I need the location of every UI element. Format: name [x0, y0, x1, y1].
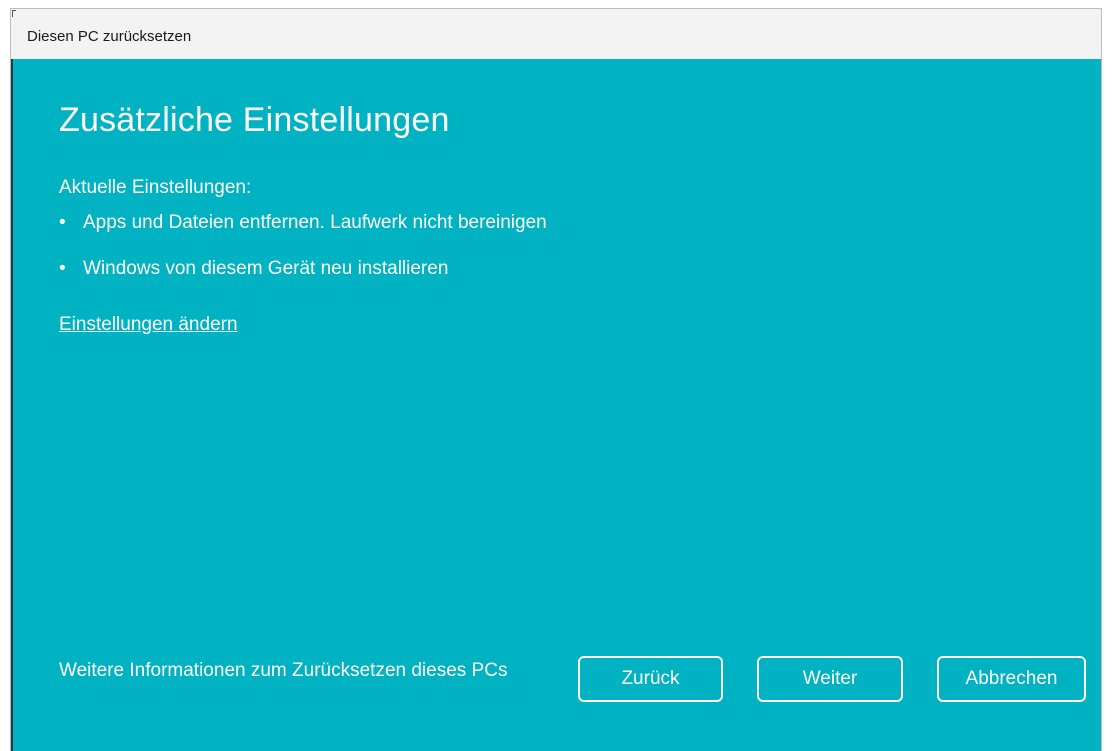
change-settings-link[interactable]: Einstellungen ändern: [59, 314, 238, 336]
current-settings-label: Aktuelle Einstellungen:: [59, 177, 252, 198]
title-bar[interactable]: Diesen PC zurücksetzen: [11, 9, 1101, 59]
back-button[interactable]: Zurück: [578, 656, 723, 702]
window-title: Diesen PC zurücksetzen: [27, 28, 192, 45]
dialog-content: Zusätzliche Einstellungen Aktuelle Einst…: [11, 59, 1101, 751]
setting-text-reinstall-windows: Windows von diesem Gerät neu installiere…: [83, 258, 449, 279]
window-corner-mark: [12, 10, 16, 17]
bullet-icon: •: [59, 258, 66, 279]
setting-text-remove-apps: Apps und Dateien entfernen. Laufwerk nic…: [83, 212, 547, 233]
next-button[interactable]: Weiter: [757, 656, 903, 702]
list-item: • Apps und Dateien entfernen. Laufwerk n…: [59, 212, 547, 258]
current-settings-list: • Apps und Dateien entfernen. Laufwerk n…: [59, 212, 547, 304]
list-item: • Windows von diesem Gerät neu installie…: [59, 258, 547, 304]
cancel-button[interactable]: Abbrechen: [937, 656, 1086, 702]
page-title: Zusätzliche Einstellungen: [59, 101, 450, 139]
learn-more-link[interactable]: Weitere Informationen zum Zurücksetzen d…: [59, 656, 529, 686]
bullet-icon: •: [59, 212, 66, 233]
reset-pc-window: Diesen PC zurücksetzen Zusätzliche Einst…: [10, 8, 1102, 751]
